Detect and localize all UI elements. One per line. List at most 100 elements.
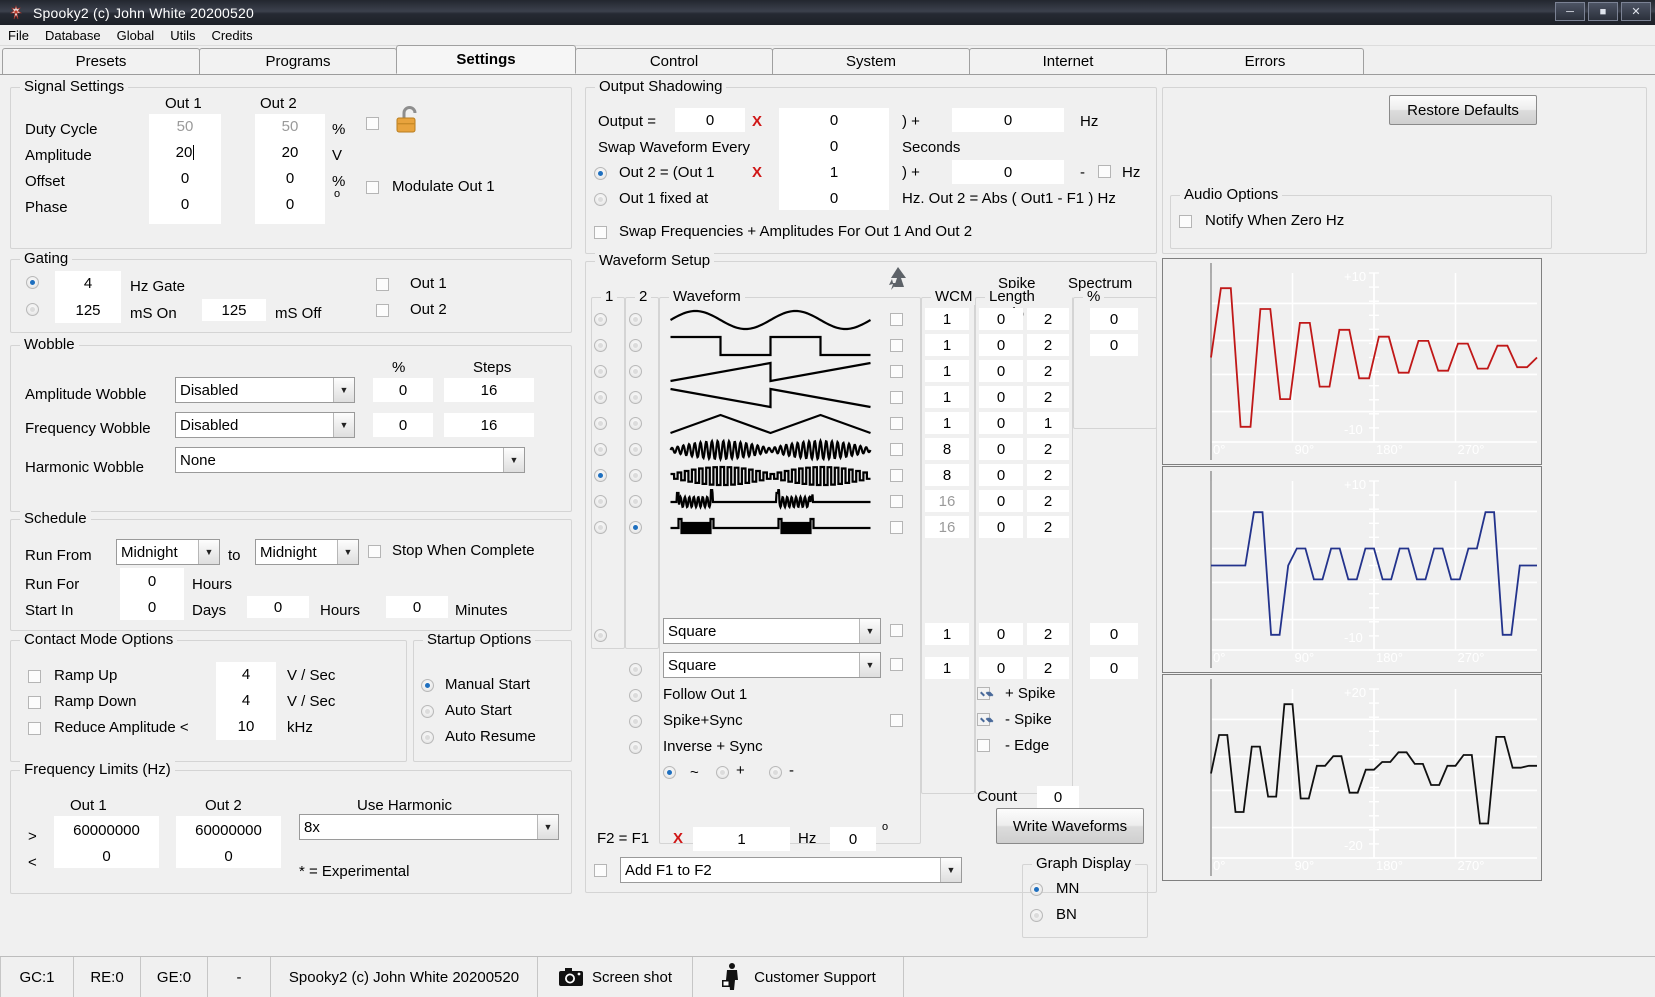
- waveform-row-2-checkbox[interactable]: [890, 365, 903, 378]
- waveform-row-1-wcm[interactable]: 1: [925, 334, 969, 356]
- freq-out2-min-field[interactable]: 0: [176, 844, 281, 868]
- out2-equals-radio[interactable]: [594, 167, 607, 180]
- chevron-down-icon[interactable]: ▼: [503, 448, 524, 472]
- waveform-row-0-out2-radio[interactable]: [629, 313, 642, 326]
- amplitude-wobble-percent[interactable]: 0: [373, 378, 433, 402]
- frequency-wobble-percent[interactable]: 0: [373, 413, 433, 437]
- tab-settings[interactable]: Settings: [396, 45, 576, 74]
- waveform-row-0-ratio[interactable]: 2: [1027, 308, 1069, 330]
- tab-internet[interactable]: Internet: [969, 48, 1167, 74]
- duty-cycle-out1-field[interactable]: 50: [149, 115, 221, 137]
- waveform-row-5-ratio[interactable]: 2: [1027, 438, 1069, 460]
- waveform-row-4-out1-radio[interactable]: [594, 417, 607, 430]
- waveform-row-0-wcm[interactable]: 1: [925, 308, 969, 330]
- modulate-out1-checkbox[interactable]: [366, 181, 379, 194]
- waveform-row-0-percent[interactable]: 0: [1090, 308, 1138, 330]
- waveform-row-1-out2-radio[interactable]: [629, 339, 642, 352]
- polarity-minus-radio[interactable]: [769, 766, 782, 779]
- frequency-wobble-steps[interactable]: 16: [444, 413, 534, 437]
- waveform-row-2-out2-radio[interactable]: [629, 365, 642, 378]
- waveform-row-4-out2-radio[interactable]: [629, 417, 642, 430]
- ramp-up-checkbox[interactable]: [28, 670, 41, 683]
- waveform-row-4-checkbox[interactable]: [890, 417, 903, 430]
- waveform-row-7-checkbox[interactable]: [890, 495, 903, 508]
- add-f1-to-f2-select[interactable]: Add F1 to F2 ▼: [620, 857, 962, 883]
- waveform-row-7-ratio[interactable]: 2: [1027, 490, 1069, 512]
- amplitude-out1-field[interactable]: 20: [149, 141, 221, 163]
- waveform-row-8-wcm[interactable]: 16: [925, 516, 969, 538]
- menu-item-global[interactable]: Global: [117, 28, 155, 43]
- out2-minus-hz-checkbox[interactable]: [1098, 165, 1111, 178]
- out1-fixed-field[interactable]: 0: [779, 186, 889, 210]
- out1-fixed-radio[interactable]: [594, 193, 607, 206]
- waveform-row-8-out1-radio[interactable]: [594, 521, 607, 534]
- auto-start-radio[interactable]: [421, 705, 434, 718]
- menu-item-utils[interactable]: Utils: [170, 28, 195, 43]
- waveform-row-3-ratio[interactable]: 2: [1027, 386, 1069, 408]
- chevron-down-icon[interactable]: ▼: [859, 619, 880, 643]
- waveform-row-6-out2-radio[interactable]: [629, 469, 642, 482]
- output-b-field[interactable]: 0: [779, 108, 889, 132]
- polarity-tilde-radio[interactable]: [663, 766, 676, 779]
- offset-out2-field[interactable]: 0: [255, 167, 325, 189]
- waveform-row-2-ratio[interactable]: 2: [1027, 360, 1069, 382]
- frequency-wobble-select[interactable]: Disabled ▼: [175, 412, 355, 438]
- use-harmonic-select[interactable]: 8x ▼: [299, 814, 559, 840]
- waveform-row-1-out1-radio[interactable]: [594, 339, 607, 352]
- waveform-row-7-out2-radio[interactable]: [629, 495, 642, 508]
- graph-display-mn-radio[interactable]: [1030, 883, 1043, 896]
- graph-display-bn-radio[interactable]: [1030, 909, 1043, 922]
- amplitude-wobble-steps[interactable]: 16: [444, 378, 534, 402]
- duty-cycle-out2-field[interactable]: 50: [255, 115, 325, 137]
- waveform-row-8-out2-radio[interactable]: [629, 521, 642, 534]
- waveform-row-2-out1-radio[interactable]: [594, 365, 607, 378]
- out2-mult-field[interactable]: 1: [779, 160, 889, 184]
- waveform-row-4-ratio[interactable]: 1: [1027, 412, 1069, 434]
- gating-ms-on-field[interactable]: 125: [55, 299, 121, 321]
- freq-out2-max-field[interactable]: 60000000: [176, 818, 281, 842]
- gating-hz-radio[interactable]: [26, 276, 39, 289]
- out2-waveform-graph[interactable]: +10 -10 0° 90° 180° 270°: [1162, 466, 1542, 673]
- plus-spike-checkbox[interactable]: [977, 687, 990, 700]
- freq-out1-min-field[interactable]: 0: [54, 844, 159, 868]
- waveform-row-3-out2-radio[interactable]: [629, 391, 642, 404]
- gating-out2-checkbox[interactable]: [376, 304, 389, 317]
- menu-item-file[interactable]: File: [8, 28, 29, 43]
- waveform-combo1-select[interactable]: Square ▼: [663, 618, 881, 644]
- waveform-row-7-out1-radio[interactable]: [594, 495, 607, 508]
- write-waveforms-button[interactable]: Write Waveforms: [996, 808, 1144, 844]
- gating-ms-radio[interactable]: [26, 303, 39, 316]
- waveform-row-1-ratio[interactable]: 2: [1027, 334, 1069, 356]
- add-f1-to-f2-checkbox[interactable]: [594, 864, 607, 877]
- waveform-row-1-checkbox[interactable]: [890, 339, 903, 352]
- waveform-combo2-pct[interactable]: 0: [1090, 657, 1138, 679]
- waveform-row-0-out1-radio[interactable]: [594, 313, 607, 326]
- lightning-bolt-icon[interactable]: [880, 265, 916, 297]
- output-c-field[interactable]: 0: [952, 108, 1064, 132]
- waveform-row-5-wcm[interactable]: 8: [925, 438, 969, 460]
- lock-checkbox[interactable]: [366, 117, 379, 130]
- chevron-down-icon[interactable]: ▼: [337, 540, 358, 564]
- waveform-row-0-length[interactable]: 0: [979, 308, 1023, 330]
- notify-zero-hz-checkbox[interactable]: [1179, 215, 1192, 228]
- start-in-minutes-field[interactable]: 0: [386, 596, 448, 618]
- start-in-days-field[interactable]: 0: [120, 596, 184, 618]
- waveform-row-6-wcm[interactable]: 8: [925, 464, 969, 486]
- waveform-row-2-wcm[interactable]: 1: [925, 360, 969, 382]
- waveform-row-3-checkbox[interactable]: [890, 391, 903, 404]
- waveform-row-5-checkbox[interactable]: [890, 443, 903, 456]
- screenshot-button[interactable]: Screen shot: [538, 957, 693, 997]
- waveform-row-5-out2-radio[interactable]: [629, 443, 642, 456]
- run-for-field[interactable]: 0: [120, 570, 184, 592]
- tab-control[interactable]: Control: [575, 48, 773, 74]
- gating-hz-field[interactable]: 4: [55, 272, 121, 294]
- polarity-plus-radio[interactable]: [716, 766, 729, 779]
- tab-errors[interactable]: Errors: [1166, 48, 1364, 74]
- waveform-row-2-length[interactable]: 0: [979, 360, 1023, 382]
- swap-waveform-every-field[interactable]: 0: [779, 134, 889, 158]
- waveform-row-5-length[interactable]: 0: [979, 438, 1023, 460]
- waveform-row-3-out1-radio[interactable]: [594, 391, 607, 404]
- waveform-combo2-ratio[interactable]: 2: [1027, 657, 1069, 679]
- reduce-amplitude-value[interactable]: 10: [216, 715, 276, 737]
- tab-programs[interactable]: Programs: [199, 48, 397, 74]
